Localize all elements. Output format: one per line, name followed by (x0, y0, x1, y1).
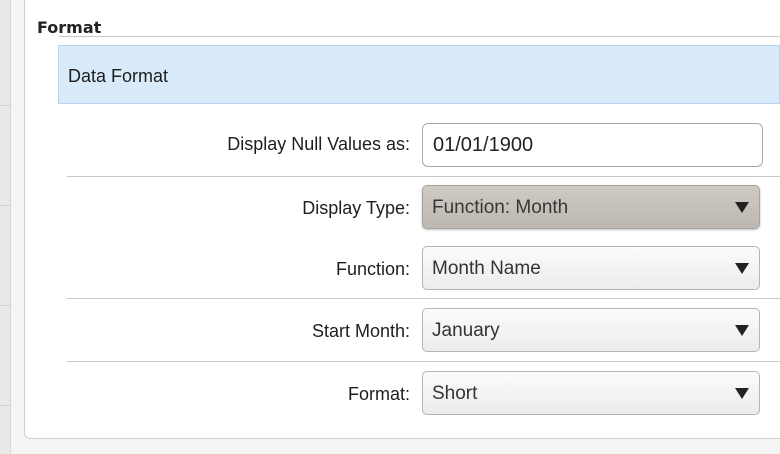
row-divider (67, 176, 780, 177)
panel-title: Format (37, 18, 102, 37)
panel-title-divider (59, 36, 780, 37)
section-header-data-format[interactable]: Data Format (58, 45, 780, 104)
start-month-label: Start Month: (311, 321, 410, 341)
triangle-down-icon (735, 325, 749, 336)
gutter-tick (0, 305, 10, 306)
format-label: Format: (347, 384, 410, 404)
row-divider (67, 361, 780, 362)
null-values-label: Display Null Values as: (227, 134, 410, 154)
start-month-select[interactable]: January (422, 308, 760, 352)
function-label: Function: (335, 259, 410, 279)
triangle-down-icon (735, 388, 749, 399)
section-header-label: Data Format (68, 66, 169, 86)
gutter-tick (0, 205, 10, 206)
triangle-down-icon (735, 263, 749, 274)
row-divider (67, 298, 780, 299)
display-type-label: Display Type: (302, 198, 410, 218)
format-value: Short (432, 383, 478, 404)
format-select[interactable]: Short (422, 371, 760, 415)
triangle-down-icon (735, 202, 749, 213)
left-gutter (0, 0, 11, 454)
gutter-tick (0, 405, 10, 406)
function-select[interactable]: Month Name (422, 246, 760, 290)
start-month-value: January (432, 320, 500, 341)
display-type-value: Function: Month (432, 197, 569, 218)
gutter-tick (0, 105, 10, 106)
null-values-input[interactable] (422, 123, 763, 167)
function-value: Month Name (432, 258, 541, 279)
display-type-select[interactable]: Function: Month (422, 185, 760, 229)
